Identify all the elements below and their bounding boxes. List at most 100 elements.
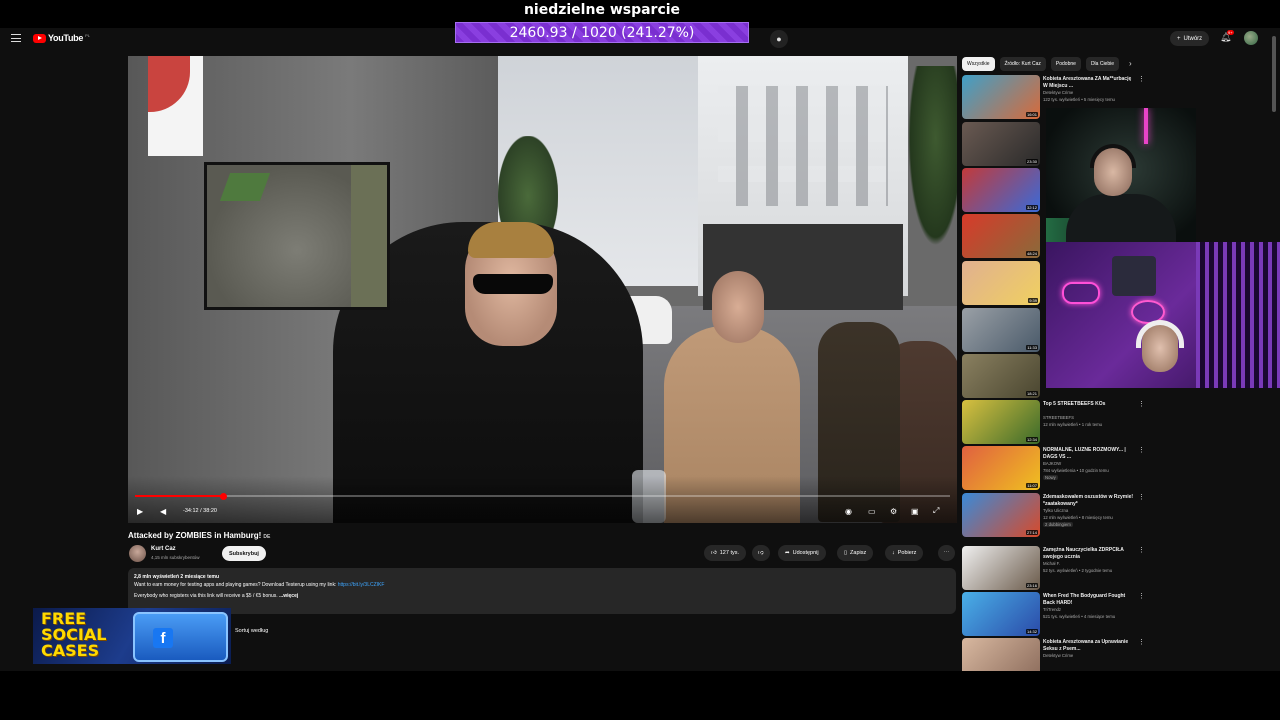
fullscreen-icon[interactable]: ⤢ xyxy=(933,505,939,517)
recommendation-channel[interactable]: Tylko Uliczna xyxy=(1043,508,1068,513)
youtube-logo[interactable]: YouTube PL xyxy=(33,33,90,43)
recommendation-thumbnail[interactable] xyxy=(962,638,1040,671)
recommendation-thumbnail[interactable]: 18:21 xyxy=(962,354,1040,398)
more-vert-icon[interactable]: ⋮ xyxy=(1138,638,1145,646)
recommendation-thumbnail[interactable]: 32:12 xyxy=(962,168,1040,212)
description-link[interactable]: https://bit.ly/3LCZIKF xyxy=(338,582,385,588)
video-scene-sunglasses xyxy=(473,274,553,294)
more-vert-icon[interactable]: ⋮ xyxy=(1138,493,1145,501)
download-label: Pobierz xyxy=(897,550,917,556)
more-actions-button[interactable]: ⋯ xyxy=(938,545,955,561)
recommendation-item[interactable]: 12:34 Top 5 STREETBEEFS KOs STREETBEEFS 12 … xyxy=(962,400,1145,444)
scrubber-handle[interactable] xyxy=(220,493,228,500)
video-scene-host-hair xyxy=(468,222,554,258)
filter-chips: Wszystkie Źródło: Kurt Caz Podobne Dla Cieb… xyxy=(962,57,1120,71)
chevron-right-icon[interactable]: › xyxy=(1129,59,1132,68)
recommendation-item[interactable]: Kobieta Aresztowana za Uprawianie Seksu … xyxy=(962,638,1145,671)
create-button[interactable]: + Utwórz xyxy=(1170,31,1210,46)
filter-chip[interactable]: Źródło: Kurt Caz xyxy=(999,57,1046,71)
volume-icon[interactable]: ◀︎ xyxy=(160,505,166,517)
recommendation-meta: 784 wyświetlenia • 10 godzin temu xyxy=(1043,468,1109,473)
plus-icon: + xyxy=(1177,35,1181,42)
cam-headset xyxy=(1090,144,1136,168)
play-icon[interactable]: ▶ xyxy=(137,505,143,517)
recommendation-title[interactable]: Zdemaskowałem oszustów w Rzymie! *zaatak… xyxy=(1043,494,1135,507)
page-scrollbar[interactable] xyxy=(1272,36,1276,112)
video-progress-bar[interactable] xyxy=(135,493,950,500)
recommendation-channel[interactable]: STREETBEEFS xyxy=(1043,415,1074,420)
recommendation-thumbnail[interactable]: 23:30 xyxy=(962,122,1040,166)
recommendation-item[interactable]: 14:32 When Fred The Bodyguard Fought Back… xyxy=(962,592,1145,636)
description-meta: 2,8 mln wyświetleń 2 miesiące temu xyxy=(134,574,220,580)
recommendation-thumbnail[interactable]: 11:07 xyxy=(962,446,1040,490)
recommendation-channel[interactable]: Detektyw Crime xyxy=(1043,653,1073,658)
account-avatar[interactable] xyxy=(1244,31,1258,45)
comments-sort[interactable]: Sortuj według xyxy=(235,628,268,634)
channel-name[interactable]: Kurt Caz xyxy=(151,546,176,552)
recommendation-thumbnail[interactable]: 11:33 xyxy=(962,308,1040,352)
recommendation-title[interactable]: Zamężna Nauczycielka ZDRPCIŁA swojego uc… xyxy=(1043,547,1135,560)
description-box[interactable]: 2,8 mln wyświetleń 2 miesiące temu Want … xyxy=(128,568,956,614)
video-player[interactable]: ▶ ◀︎ -34:12 / 38:20 ◉ ▭ ⚙ ▣ ⤢ xyxy=(128,56,957,523)
recommendation-thumbnail[interactable]: 48:24 xyxy=(962,214,1040,258)
recommendation-thumbnail[interactable]: 14:32 xyxy=(962,592,1040,636)
menu-icon[interactable] xyxy=(11,34,21,42)
video-scene-head-bald xyxy=(712,271,764,343)
subscribe-button[interactable]: Subskrybuj xyxy=(222,546,266,561)
like-button[interactable]: 👍︎ 127 tys. xyxy=(704,545,747,561)
duration-badge: 16:01 xyxy=(1025,112,1038,117)
gear-icon[interactable]: ⚙ xyxy=(890,505,897,517)
recommendation-thumbnail[interactable]: 16:01 xyxy=(962,75,1040,119)
recommendation-title[interactable]: NORMALNE, LUZNE ROZMOWY... | DAGS VS ... xyxy=(1043,447,1135,460)
recommendation-thumbnail[interactable]: 9:39 xyxy=(962,261,1040,305)
dislike-button[interactable]: 👎︎ xyxy=(752,545,770,561)
more-vert-icon[interactable]: ⋮ xyxy=(1138,546,1145,554)
filter-chip[interactable]: Podobne xyxy=(1050,57,1081,71)
recommendation-item[interactable]: 27:14 Zdemaskowałem oszustów w Rzymie! *z… xyxy=(962,493,1145,537)
webcam-overlay xyxy=(1046,108,1196,244)
promo-text: FREE SOCIAL CASES xyxy=(41,611,106,659)
channel-avatar[interactable] xyxy=(129,545,146,562)
recommendation-item[interactable]: 11:07 NORMALNE, LUZNE ROZMOWY... | DAGS V… xyxy=(962,446,1145,490)
save-button[interactable]: ▯ Zapisz xyxy=(837,545,874,561)
recommendation-meta: 521 tys. wyświetleń • 4 miesiące temu xyxy=(1043,614,1116,619)
notification-badge: 9+ xyxy=(1227,30,1234,35)
recommendation-thumbnail[interactable]: 27:14 xyxy=(962,493,1040,537)
show-more-link[interactable]: ...więcej xyxy=(279,593,298,599)
recommendation-title[interactable]: When Fred The Bodyguard Fought Back HARD… xyxy=(1043,593,1135,606)
share-button[interactable]: ➦ Udostępnij xyxy=(778,545,826,561)
room-wall-art xyxy=(1112,256,1156,296)
promo-case-image: f xyxy=(133,612,228,662)
more-vert-icon[interactable]: ⋮ xyxy=(1138,400,1145,408)
duration-badge: 48:24 xyxy=(1025,251,1038,256)
duration-badge: 23:16 xyxy=(1025,583,1038,588)
recommendation-thumbnail[interactable]: 12:34 xyxy=(962,400,1040,444)
share-label: Udostępnij xyxy=(792,550,819,556)
controls-gradient xyxy=(128,476,957,523)
recommendation-channel[interactable]: Detektyw Crime xyxy=(1043,90,1073,95)
recommendation-meta: 12 mln wyświetleń • 8 miesięcy temu xyxy=(1043,515,1113,520)
recommendation-channel[interactable]: BAJKOW xyxy=(1043,461,1061,466)
time-text: -34:12 / 38:20 xyxy=(183,508,217,514)
filter-chip[interactable]: Dla Ciebie xyxy=(1085,57,1120,71)
download-button[interactable]: ↓ Pobierz xyxy=(885,545,924,561)
recommendation-title[interactable]: Top 5 STREETBEEFS KOs xyxy=(1043,401,1135,408)
more-vert-icon[interactable]: ⋮ xyxy=(1138,446,1145,454)
room-wall-panels xyxy=(1196,242,1280,388)
more-vert-icon[interactable]: ⋮ xyxy=(1138,75,1145,83)
sign-red xyxy=(148,56,190,112)
autoplay-icon[interactable]: ◉ xyxy=(845,505,852,517)
filter-chip[interactable]: Wszystkie xyxy=(962,57,995,71)
recommendation-thumbnail[interactable]: 23:16 xyxy=(962,546,1040,590)
recommendation-channel[interactable]: Michał F. xyxy=(1043,561,1060,566)
recommendation-channel[interactable]: TriTrendz xyxy=(1043,607,1061,612)
description-text: Want to earn money for testing apps and … xyxy=(134,582,338,588)
more-vert-icon[interactable]: ⋮ xyxy=(1138,592,1145,600)
subtitles-icon[interactable]: ▭ xyxy=(868,505,876,517)
recommendation-item[interactable]: 23:16 Zamężna Nauczycielka ZDRPCIŁA swoje… xyxy=(962,546,1145,590)
miniplayer-icon[interactable]: ▣ xyxy=(911,505,919,517)
more-icon: ⋯ xyxy=(943,550,950,556)
voice-search-button[interactable]: ● xyxy=(770,30,788,48)
recommendation-title[interactable]: Kobieta Aresztowana ZA Ma**urbację W Mie… xyxy=(1043,76,1135,89)
recommendation-title[interactable]: Kobieta Aresztowana za Uprawianie Seksu … xyxy=(1043,639,1135,652)
